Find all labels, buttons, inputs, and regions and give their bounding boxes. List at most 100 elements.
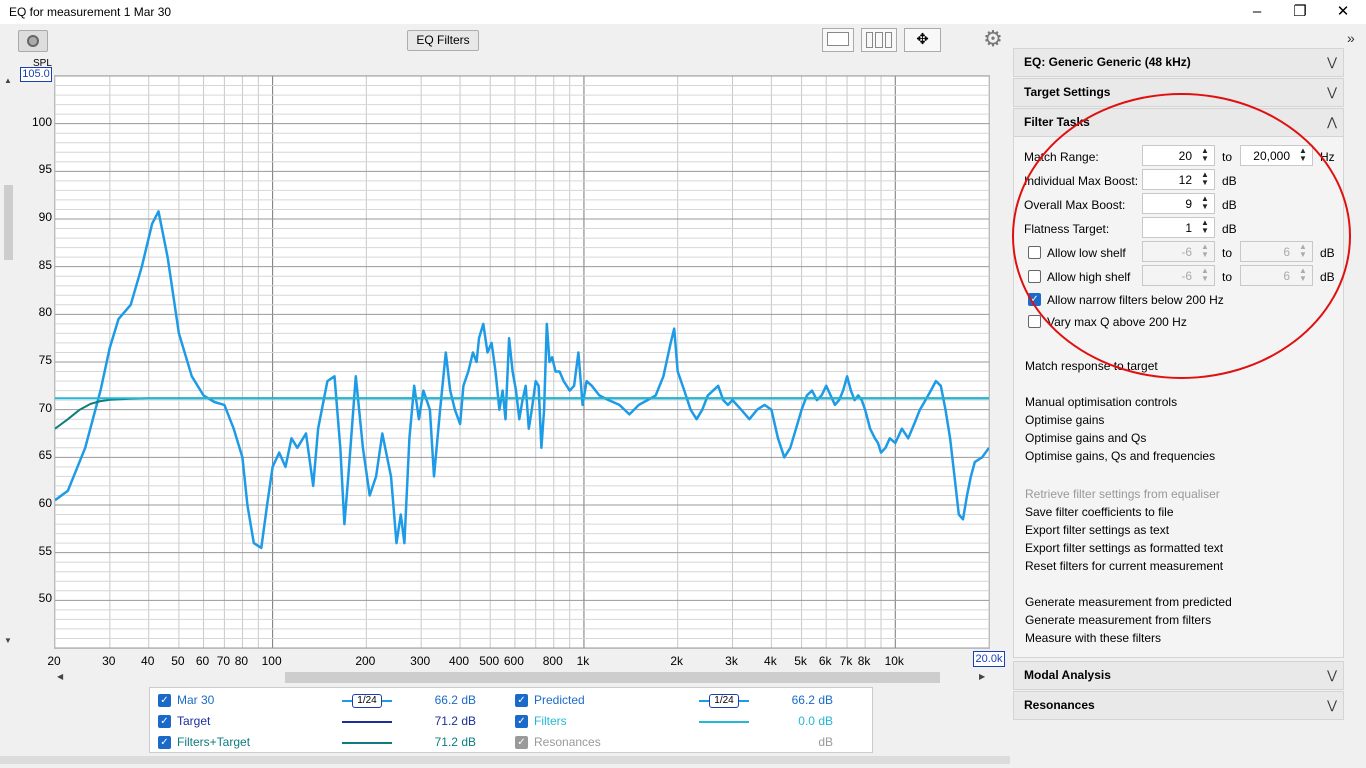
flatness-target-spinner[interactable]: 1 ▲ ▼	[1142, 217, 1215, 238]
legend-line-filters	[699, 721, 749, 723]
x-tick-label: 30	[102, 654, 116, 668]
x-tick-label: 5k	[794, 654, 807, 668]
hz-unit: Hz	[1320, 150, 1335, 164]
legend-value-resonances: dB	[818, 735, 833, 749]
x-tick-label: 8k	[857, 654, 871, 668]
checkbox-filters[interactable]: ✓	[515, 715, 528, 729]
low-shelf-from-spinner[interactable]: -6 ▲ ▼	[1142, 241, 1215, 262]
gear-icon[interactable]: ⚙	[981, 27, 1005, 51]
y-tick-label: 100	[31, 114, 52, 129]
spinner-arrows-icon[interactable]: ▲ ▼	[1298, 147, 1308, 163]
match-from-spinner[interactable]: 20 ▲ ▼	[1142, 145, 1215, 166]
section-modal-analysis[interactable]: Modal Analysis ⋁	[1013, 661, 1344, 690]
chevron-down-icon: ⋁	[1327, 698, 1337, 712]
vertical-scroll-thumb[interactable]	[4, 185, 13, 260]
maximize-button[interactable]: ❐	[1277, 0, 1323, 24]
spinner-arrows-icon[interactable]: ▲ ▼	[1298, 243, 1308, 259]
vary-max-q-checkbox[interactable]	[1028, 315, 1041, 328]
allow-narrow-filters-checkbox[interactable]: ✓	[1028, 293, 1041, 306]
overall-max-boost-value: 9	[1185, 197, 1192, 211]
section-resonances[interactable]: Resonances ⋁	[1013, 691, 1344, 720]
match-to-spinner[interactable]: 20,000 ▲ ▼	[1240, 145, 1313, 166]
task-generate-from-predicted[interactable]: Generate measurement from predicted	[1025, 595, 1232, 609]
minimize-button[interactable]: –	[1234, 0, 1280, 24]
spinner-arrows-icon[interactable]: ▲ ▼	[1200, 219, 1210, 235]
legend-item-filters[interactable]: ✓ Filters	[515, 711, 567, 731]
checkbox-filters-target[interactable]: ✓	[158, 736, 171, 750]
panel-scrollbar[interactable]	[1346, 48, 1364, 768]
filter-tasks-label: Filter Tasks	[1024, 115, 1090, 129]
allow-low-shelf-checkbox[interactable]	[1028, 246, 1041, 259]
legend-line-target	[342, 721, 392, 723]
match-from-value: 20	[1178, 149, 1192, 163]
legend-value-mar30: 66.2 dB	[434, 693, 476, 707]
spinner-arrows-icon[interactable]: ▲ ▼	[1200, 171, 1210, 187]
scroll-up-icon[interactable]: ▲	[4, 76, 12, 85]
section-target-settings[interactable]: Target Settings ⋁	[1013, 78, 1344, 107]
legend-item-target[interactable]: ✓ Target	[158, 711, 210, 731]
scroll-right-icon[interactable]: ▶	[979, 672, 985, 681]
spinner-arrows-icon[interactable]: ▲ ▼	[1200, 195, 1210, 211]
vertical-scrollbar[interactable]	[2, 80, 12, 642]
section-filter-tasks[interactable]: Filter Tasks ⋀	[1013, 108, 1344, 137]
y-tick-label: 60	[38, 496, 52, 510]
task-optimise-gains[interactable]: Optimise gains	[1025, 413, 1104, 427]
task-reset-filters[interactable]: Reset filters for current measurement	[1025, 559, 1223, 573]
spinner-arrows-icon[interactable]: ▲ ▼	[1200, 243, 1210, 259]
high-shelf-to-spinner[interactable]: 6 ▲ ▼	[1240, 265, 1313, 286]
multi-pane-icon[interactable]	[861, 28, 897, 52]
high-shelf-from-value: -6	[1181, 269, 1192, 283]
smoothing-badge-mar30[interactable]: 1/24	[352, 694, 382, 708]
x-tick-label: 400	[449, 654, 470, 668]
task-optimise-gains-qs-freqs[interactable]: Optimise gains, Qs and frequencies	[1025, 449, 1215, 463]
close-button[interactable]: ✕	[1320, 0, 1366, 24]
spinner-arrows-icon[interactable]: ▲ ▼	[1200, 147, 1210, 163]
double-chevron-right-icon[interactable]: »	[1347, 30, 1355, 46]
section-eq-header[interactable]: EQ: Generic Generic (48 kHz) ⋁	[1013, 48, 1344, 77]
checkbox-mar30[interactable]: ✓	[158, 694, 171, 708]
task-optimise-gains-qs[interactable]: Optimise gains and Qs	[1025, 431, 1146, 445]
task-export-text[interactable]: Export filter settings as text	[1025, 523, 1169, 537]
task-manual-optimisation[interactable]: Manual optimisation controls	[1025, 395, 1177, 409]
scroll-left-icon[interactable]: ◀	[57, 672, 63, 681]
allow-high-shelf-checkbox[interactable]	[1028, 270, 1041, 283]
checkbox-predicted[interactable]: ✓	[515, 694, 528, 708]
individual-max-boost-spinner[interactable]: 12 ▲ ▼	[1142, 169, 1215, 190]
legend-value-predicted: 66.2 dB	[791, 693, 833, 707]
smoothing-badge-predicted[interactable]: 1/24	[709, 694, 739, 708]
camera-icon[interactable]	[18, 30, 48, 52]
task-match-response[interactable]: Match response to target	[1025, 359, 1158, 373]
overall-max-boost-spinner[interactable]: 9 ▲ ▼	[1142, 193, 1215, 214]
x-tick-label: 4k	[764, 654, 777, 668]
checkbox-target[interactable]: ✓	[158, 715, 171, 729]
chevron-down-icon: ⋁	[1327, 668, 1337, 682]
frequency-response-plot[interactable]	[54, 75, 990, 649]
eq-header-label: EQ: Generic Generic (48 kHz)	[1024, 55, 1191, 69]
horizontal-scroll-thumb[interactable]	[285, 672, 940, 683]
task-save-filter-coefficients[interactable]: Save filter coefficients to file	[1025, 505, 1174, 519]
legend-label-predicted: Predicted	[534, 693, 585, 707]
spinner-arrows-icon[interactable]: ▲ ▼	[1298, 267, 1308, 283]
db-unit: dB	[1320, 246, 1335, 260]
scroll-down-icon[interactable]: ▼	[4, 636, 12, 645]
checkbox-resonances[interactable]: ✓	[515, 736, 528, 750]
legend-item-predicted[interactable]: ✓ Predicted	[515, 690, 585, 710]
legend-label-target: Target	[177, 714, 211, 728]
x-max-box[interactable]: 20.0k	[973, 651, 1005, 667]
task-generate-from-filters[interactable]: Generate measurement from filters	[1025, 613, 1211, 627]
single-pane-icon[interactable]	[822, 28, 854, 52]
task-export-formatted[interactable]: Export filter settings as formatted text	[1025, 541, 1223, 555]
move-arrows-icon[interactable]: ✥	[904, 28, 941, 52]
splitter-bar[interactable]	[0, 756, 1010, 764]
legend-item-mar30[interactable]: ✓ Mar 30	[158, 690, 214, 710]
spinner-arrows-icon[interactable]: ▲ ▼	[1200, 267, 1210, 283]
low-shelf-to-spinner[interactable]: 6 ▲ ▼	[1240, 241, 1313, 262]
high-shelf-from-spinner[interactable]: -6 ▲ ▼	[1142, 265, 1215, 286]
task-retrieve-filter-settings[interactable]: Retrieve filter settings from equaliser	[1025, 487, 1220, 501]
legend-item-resonances[interactable]: ✓ Resonances	[515, 732, 601, 752]
y-max-box[interactable]: 105.0	[20, 67, 52, 82]
legend-item-filters-target[interactable]: ✓ Filters+Target	[158, 732, 250, 752]
eq-filters-button[interactable]: EQ Filters	[407, 30, 479, 51]
task-measure-with-filters[interactable]: Measure with these filters	[1025, 631, 1161, 645]
legend-panel: ✓ Mar 30 1/24 66.2 dB ✓ Target 71.2 dB ✓ Fi…	[149, 687, 873, 753]
